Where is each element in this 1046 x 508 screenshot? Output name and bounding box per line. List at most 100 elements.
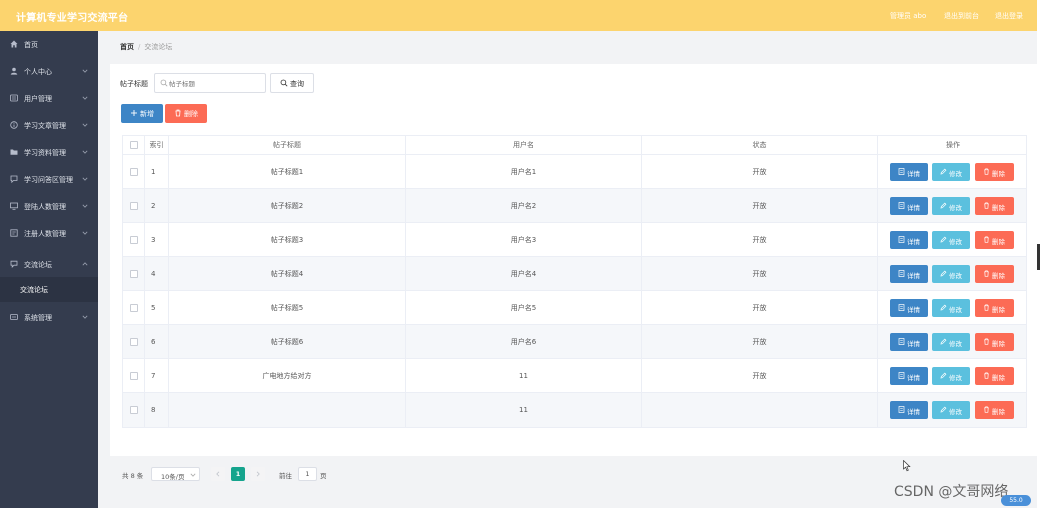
trash-icon: [983, 168, 990, 175]
delete-button[interactable]: 删除: [975, 265, 1014, 283]
sidebar-item-login-count[interactable]: 登陆人数管理: [0, 193, 98, 220]
status-cell: 开放: [642, 189, 878, 222]
logout-link[interactable]: 退出登录: [995, 11, 1023, 21]
document-icon: [898, 202, 905, 209]
delete-button[interactable]: 删除: [975, 367, 1014, 385]
chevron-down-icon: [190, 472, 196, 478]
edit-button[interactable]: 修改: [932, 265, 970, 283]
breadcrumb-home[interactable]: 首页: [120, 43, 134, 51]
sidebar-subitem-forum[interactable]: 交流论坛: [0, 277, 98, 302]
search-icon: [280, 79, 288, 87]
mouse-cursor-icon: [903, 460, 911, 472]
page-number-current[interactable]: 1: [231, 467, 245, 481]
status-text: 开放: [752, 371, 767, 380]
delete-button[interactable]: 删除: [975, 299, 1014, 317]
chevron-up-icon: [82, 261, 88, 267]
chevron-right-icon: [256, 471, 260, 477]
document-icon: [898, 236, 905, 243]
sidebar-item-personal-center[interactable]: 个人中心: [0, 58, 98, 85]
edit-button[interactable]: 修改: [932, 231, 970, 249]
operations-cell: 详情 修改 删除: [878, 257, 1028, 290]
row-checkbox[interactable]: [130, 406, 138, 414]
home-icon: [10, 40, 18, 48]
row-checkbox[interactable]: [130, 337, 138, 346]
delete-button[interactable]: 删除: [975, 333, 1014, 351]
sidebar-item-system-management[interactable]: 系统管理: [0, 304, 98, 331]
index-cell: 6: [145, 325, 169, 358]
delete-button[interactable]: 删除: [975, 231, 1014, 249]
edit-button-label: 修改: [949, 374, 962, 382]
status-cell: 开放: [642, 257, 878, 290]
index-cell: 2: [145, 189, 169, 222]
detail-button[interactable]: 详情: [890, 231, 928, 249]
index-cell: 1: [145, 155, 169, 188]
index-text: 6: [151, 337, 156, 346]
watermark-text: CSDN @文哥网络: [894, 484, 1009, 500]
prev-page-button[interactable]: [211, 467, 225, 481]
status-cell: [642, 393, 878, 427]
edit-button[interactable]: 修改: [932, 197, 970, 215]
sidebar-item-home[interactable]: 首页: [0, 31, 98, 58]
sidebar-item-label: 学习问答区管理: [24, 176, 73, 184]
settings-icon: [10, 313, 18, 321]
sidebar-item-register-count[interactable]: 注册人数管理: [0, 220, 98, 247]
batch-delete-button[interactable]: 删除: [165, 104, 207, 123]
column-header-label: 状态: [752, 141, 767, 149]
page-size-select[interactable]: 10条/页: [151, 467, 200, 481]
detail-button[interactable]: 详情: [890, 299, 928, 317]
row-checkbox[interactable]: [130, 303, 138, 312]
back-to-front-link[interactable]: 退出到前台: [944, 11, 979, 21]
delete-button-label: 删除: [992, 272, 1005, 280]
detail-button[interactable]: 详情: [890, 197, 928, 215]
next-page-button[interactable]: [251, 467, 265, 481]
index-text: 1: [151, 167, 156, 176]
delete-button[interactable]: 删除: [975, 163, 1014, 181]
edit-button[interactable]: 修改: [932, 163, 970, 181]
edit-button[interactable]: 修改: [932, 401, 970, 419]
detail-button[interactable]: 详情: [890, 333, 928, 351]
detail-button-label: 详情: [907, 272, 920, 280]
search-input[interactable]: [169, 77, 263, 90]
row-checkbox[interactable]: [130, 201, 138, 210]
title-text: 帖子标题5: [270, 303, 304, 312]
edit-button[interactable]: 修改: [932, 333, 970, 351]
sidebar-item-user-management[interactable]: 用户管理: [0, 85, 98, 112]
detail-button[interactable]: 详情: [890, 367, 928, 385]
edit-button[interactable]: 修改: [932, 367, 970, 385]
row-checkbox[interactable]: [130, 371, 138, 380]
query-button[interactable]: 查询: [270, 73, 314, 93]
monitor-icon: [10, 202, 18, 210]
scrollbar-handle[interactable]: [1037, 244, 1040, 270]
top-header: 计算机专业学习交流平台 管理员 abo 退出到前台 退出登录: [0, 0, 1037, 31]
row-checkbox[interactable]: [130, 167, 138, 176]
info-icon: [10, 121, 18, 129]
detail-button[interactable]: 详情: [890, 265, 928, 283]
detail-button[interactable]: 详情: [890, 163, 928, 181]
detail-button[interactable]: 详情: [890, 401, 928, 419]
title-cell: 帖子标题1: [169, 155, 406, 188]
delete-button[interactable]: 删除: [975, 401, 1014, 419]
header-index: 索引: [145, 136, 169, 154]
forum-table: 索引 帖子标题 用户名 状态 操作 1 帖子标题1 用户名1 开放 详情 修改 …: [122, 135, 1027, 428]
sidebar-item-material-management[interactable]: 学习资料管理: [0, 139, 98, 166]
sidebar-item-article-management[interactable]: 学习文章管理: [0, 112, 98, 139]
corner-badge: 55.0: [1001, 495, 1031, 506]
select-all-checkbox[interactable]: [130, 141, 138, 149]
sidebar-item-qa-management[interactable]: 学习问答区管理: [0, 166, 98, 193]
column-header-label: 操作: [946, 141, 960, 149]
edit-button[interactable]: 修改: [932, 299, 970, 317]
sidebar-item-label: 系统管理: [24, 314, 52, 322]
title-text: 帖子标题1: [270, 167, 304, 176]
row-checkbox[interactable]: [130, 269, 138, 278]
pencil-icon: [940, 270, 947, 277]
add-button[interactable]: 新增: [121, 104, 163, 123]
delete-button[interactable]: 删除: [975, 197, 1014, 215]
sidebar-item-forum[interactable]: 交流论坛: [0, 251, 98, 278]
search-field[interactable]: [154, 73, 266, 93]
goto-page-input[interactable]: 1: [298, 467, 317, 481]
table-row: 7 广电地方给对方 11 开放 详情 修改 删除: [123, 359, 1026, 393]
row-checkbox[interactable]: [130, 235, 138, 244]
title-cell: 帖子标题2: [169, 189, 406, 222]
status-cell: 开放: [642, 291, 878, 324]
username-text: 用户名1: [510, 167, 537, 176]
